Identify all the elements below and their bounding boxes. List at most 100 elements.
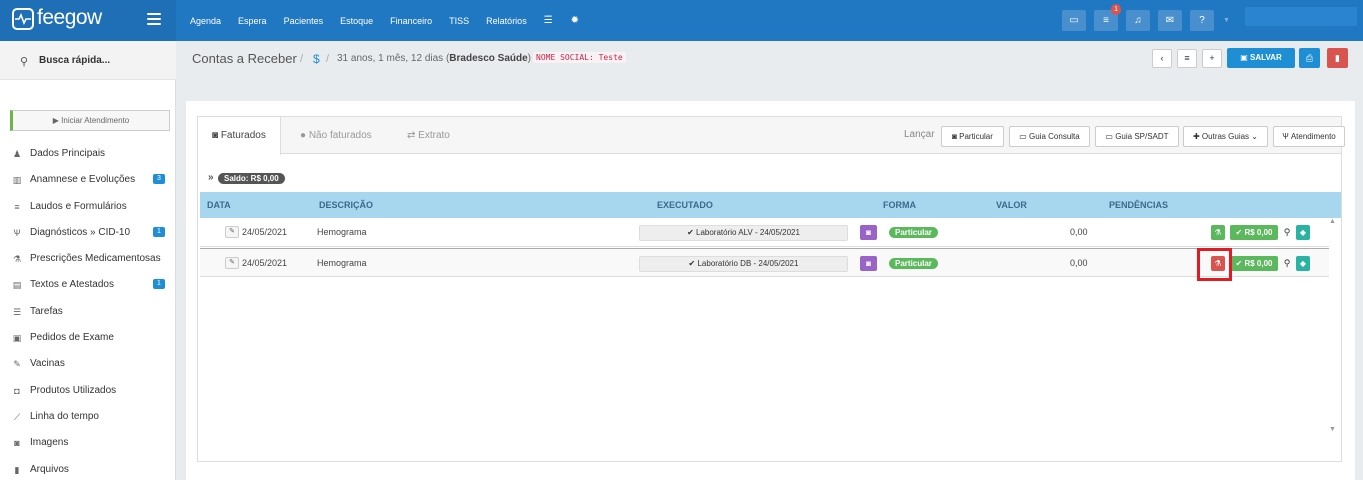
sidebar-item[interactable]: ▥ Anamnese e Evoluções 3 (0, 172, 176, 198)
nav-financeiro[interactable]: Financeiro (390, 16, 432, 26)
quick-search[interactable]: ⚲ Busca rápida... (0, 41, 176, 80)
tasks-icon: ☰ (12, 306, 22, 317)
syringe-icon: ✎ (13, 359, 21, 370)
zoom-icon[interactable]: ⚲ (1281, 256, 1293, 271)
user-menu[interactable] (1245, 7, 1357, 26)
inbox-icon[interactable]: ▭ (1062, 10, 1086, 31)
tab-faturados[interactable]: ◙ Faturados (198, 117, 281, 155)
sidebar-item[interactable]: ◘ Produtos Utilizados (0, 383, 176, 409)
paid-button[interactable]: ✔ R$ 0,00 (1230, 256, 1278, 271)
particular-button[interactable]: ◙ Particular (941, 126, 1004, 147)
scroll-down-icon[interactable]: ▼ (1329, 426, 1336, 433)
col-valor: VALOR (996, 200, 1027, 210)
start-attendance-button[interactable]: ▶ Iniciar Atendimento (10, 110, 170, 131)
row-forma-badge: Particular (889, 227, 938, 238)
sidebar-item-label: Produtos Utilizados (30, 384, 117, 396)
sidebar-item-label: Pedidos de Exame (30, 332, 114, 344)
bell-icon[interactable]: ♫ (1126, 10, 1150, 31)
sidebar-item[interactable]: ≡ Laudos e Formulários (0, 199, 176, 225)
sidebar-item[interactable]: ▮ Arquivos (0, 462, 176, 480)
sidebar-item[interactable]: Ѱ Diagnósticos » CID-10 1 (0, 225, 176, 251)
stethoscope-icon: Ѱ (13, 227, 21, 238)
edit-icon[interactable]: ✎ (225, 257, 239, 269)
col-data: DATA (207, 200, 231, 210)
table-scrollbar[interactable]: ▲ ▼ (1327, 218, 1338, 433)
sidebar-item[interactable]: ♟ Dados Principais (0, 146, 176, 172)
count-badge: 1 (153, 226, 165, 237)
row-description: Hemograma (317, 227, 367, 237)
nav-tiss[interactable]: TISS (449, 16, 469, 26)
camera-icon: ◙ (14, 438, 20, 449)
sidebar-item-label: Dados Principais (30, 148, 106, 159)
outras-guias-label: Outras Guias (1201, 132, 1250, 141)
highlight-box (1197, 248, 1232, 281)
box-icon: ◘ (14, 385, 20, 396)
search-icon: ⚲ (20, 56, 29, 68)
trash-icon[interactable]: ▮ (1327, 48, 1348, 68)
list-icon[interactable]: ≡ (1177, 49, 1197, 68)
row-valor: 0,00 (1070, 227, 1088, 237)
sidebar-item[interactable]: ✎ Vacinas (0, 356, 176, 382)
file-text-icon: ▤ (12, 280, 22, 291)
nav-relatorios[interactable]: Relatórios (486, 16, 527, 26)
col-descricao: DESCRIÇÃO (319, 200, 374, 210)
messages-icon[interactable]: ≡ 1 (1094, 4, 1121, 31)
save-button[interactable]: ▣ SALVAR (1227, 48, 1295, 68)
sidebar-item[interactable]: ◙ Imagens (0, 435, 176, 461)
nav-pacientes[interactable]: Pacientes (284, 16, 324, 26)
col-pendencias: PENDÊNCIAS (1109, 200, 1169, 210)
sidebar-item-label: Vacinas (30, 358, 65, 370)
tag-icon[interactable]: ◆ (1296, 256, 1310, 271)
sidebar-item[interactable]: ▣ Pedidos de Exame (0, 330, 176, 356)
brand-name[interactable]: feegow (37, 6, 102, 30)
edit-icon[interactable]: ✎ (225, 226, 239, 238)
dollar-link[interactable]: $ (313, 52, 320, 66)
plus-icon[interactable]: + (1202, 49, 1222, 68)
zoom-icon[interactable]: ⚲ (1281, 225, 1293, 240)
patient-info: 31 anos, 1 mês, 12 dias (Bradesco Saúde) (337, 53, 531, 64)
tab-nao-faturados[interactable]: ● Não faturados (286, 117, 386, 154)
paid-button[interactable]: ✔ R$ 0,00 (1230, 225, 1278, 240)
sidebar-item[interactable]: ☰ Tarefas (0, 304, 176, 330)
quick-search-label: Busca rápida... (39, 55, 111, 66)
nav-agenda[interactable]: Agenda (190, 16, 221, 26)
camera-icon[interactable]: ◙ (860, 256, 877, 271)
print-icon[interactable]: ⎙ (1299, 48, 1320, 68)
chevron-down-icon[interactable]: ▼ (1223, 17, 1230, 24)
tag-icon[interactable]: ◆ (1296, 225, 1310, 240)
flask-icon: ⚗ (12, 254, 22, 265)
guia-consulta-button[interactable]: ▭ Guia Consulta (1009, 126, 1090, 147)
sidebar-item-label: Textos e Atestados (30, 279, 114, 291)
tab-extrato[interactable]: ⇄ Extrato (393, 117, 464, 154)
lancar-label: Lançar (904, 129, 935, 140)
saldo-toggle-icon[interactable]: » (208, 172, 214, 183)
back-icon[interactable]: ‹ (1152, 49, 1172, 68)
guia-spsadt-button[interactable]: ▭ Guia SP/SADT (1095, 126, 1179, 147)
nav-estoque[interactable]: Estoque (340, 16, 373, 26)
user-icon: ♟ (12, 149, 22, 159)
lab-icon[interactable]: ⚗ (1211, 225, 1225, 240)
sidebar-item[interactable]: ⚗ Prescrições Medicamentosas (0, 251, 176, 277)
table-header: DATA DESCRIÇÃO EXECUTADO FORMA VALOR PEN… (200, 192, 1341, 218)
tab-extrato-label: Extrato (418, 130, 450, 141)
sidebar-item[interactable]: ▤ Textos e Atestados 1 (0, 277, 176, 303)
atendimento-label: Atendimento (1290, 132, 1336, 141)
sidebar-item-label: Arquivos (30, 463, 69, 475)
scroll-up-icon[interactable]: ▲ (1329, 218, 1336, 225)
chat-icon[interactable]: ✉ (1158, 10, 1182, 31)
sidebar: ⚲ Busca rápida... ▶ Iniciar Atendimento … (0, 41, 176, 480)
atendimento-button[interactable]: Ѱ Atendimento (1273, 126, 1345, 147)
camera-icon: ◙ (212, 130, 219, 141)
camera-icon[interactable]: ◙ (860, 225, 877, 240)
nav-espera[interactable]: Espera (238, 16, 267, 26)
row-executed: ✔ Laboratório DB - 24/05/2021 (639, 256, 848, 272)
sidebar-item-label: Linha do tempo (30, 410, 99, 422)
notification-badge: 1 (1111, 4, 1121, 15)
outras-guias-button[interactable]: ✚ Outras Guias ⌄ (1183, 126, 1268, 147)
help-icon[interactable]: ? (1190, 10, 1214, 31)
database-icon[interactable]: ☰ (544, 15, 553, 26)
gear-icon[interactable]: ✹ (571, 15, 579, 26)
sidebar-item[interactable]: ⟋ Linha do tempo (0, 409, 176, 435)
menu-toggle-icon[interactable] (147, 13, 161, 25)
row-valor: 0,00 (1070, 258, 1088, 268)
